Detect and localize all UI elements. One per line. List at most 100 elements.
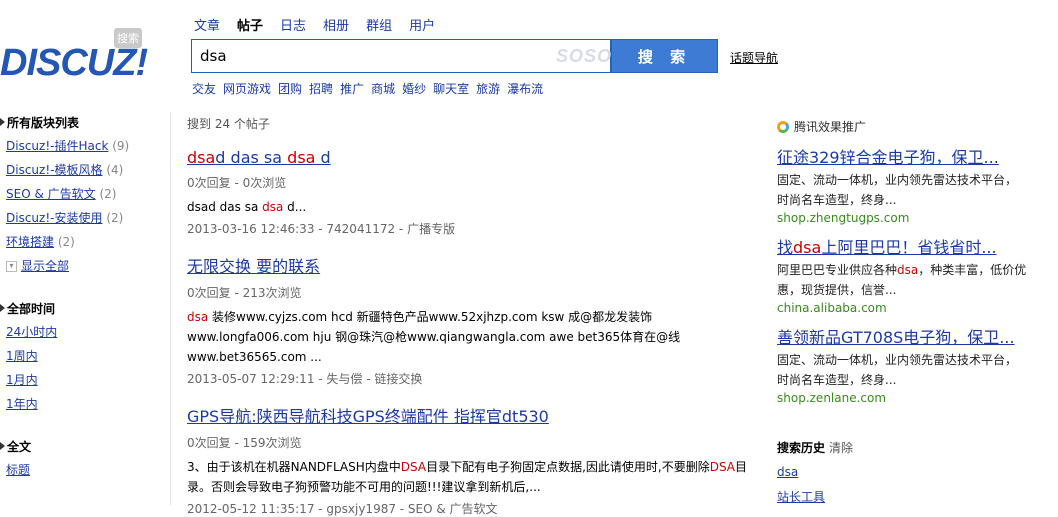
hot-links: 交友 网页游戏 团购 招聘 推广 商城 婚纱 聊天室 旅游 瀑布流 <box>192 80 550 97</box>
hot-link[interactable]: 招聘 <box>309 80 333 97</box>
text-segment: 找 <box>777 238 794 257</box>
highlight-term: dsa <box>187 310 209 324</box>
hot-link[interactable]: 商城 <box>371 80 395 97</box>
time-filter-link[interactable]: 24小时内 <box>6 325 57 339</box>
highlight-term: dsa <box>897 263 919 277</box>
tab-2[interactable]: 日志 <box>280 15 306 36</box>
ad-title-link[interactable]: 善领新品GT708S电子狗，保卫... <box>777 328 1015 347</box>
forum-count: (4) <box>106 163 124 177</box>
logo-text: DISCUZ! <box>0 42 148 84</box>
text-segment: 固定、流动一体机，业内领先雷达技术平台，时尚名车造型，终身... <box>777 353 1018 387</box>
hot-link[interactable]: 网页游戏 <box>223 80 271 97</box>
sponsored-ads: 腾讯效果推广 征途329锌合金电子狗，保卫... 固定、流动一体机，业内领先雷达技… <box>777 118 1027 405</box>
text-segment: GPS导航:陕西导航科技GPS终端配件 指挥官dt530 <box>187 407 549 426</box>
search-result: dsad das sa dsa d 0次回复 - 0次浏览 dsad das sa … <box>187 148 767 237</box>
forum-filter-link[interactable]: 环境搭建 <box>6 235 54 249</box>
ad-title-link[interactable]: 征途329锌合金电子狗，保卫... <box>777 148 999 167</box>
logo-badge: 搜索 <box>114 28 142 48</box>
tab-5[interactable]: 用户 <box>409 15 435 36</box>
scope-heading: 全文 <box>0 434 170 458</box>
forum-filter-link[interactable]: Discuz!-安装使用 <box>6 211 102 225</box>
result-title-link[interactable]: dsad das sa dsa d <box>187 148 331 167</box>
search-result: GPS导航:陕西导航科技GPS终端配件 指挥官dt530 0次回复 - 159次浏… <box>187 403 767 517</box>
sidebar-divider <box>170 112 171 505</box>
hot-link[interactable]: 瀑布流 <box>507 80 543 97</box>
forum-count: (2) <box>57 235 75 249</box>
soso-watermark: SOSO <box>556 46 613 66</box>
hot-link[interactable]: 推广 <box>340 80 364 97</box>
forum-list: Discuz!-插件Hack (9) Discuz!-模板风格 (4) SEO & … <box>0 134 170 254</box>
hot-link[interactable]: 交友 <box>192 80 216 97</box>
text-segment: 阿里巴巴专业供应各种 <box>777 263 898 277</box>
expand-icon[interactable]: ▾ <box>6 261 17 272</box>
scope-filter-link[interactable]: 标题 <box>6 463 30 477</box>
time-filter-item: 24小时内 <box>0 320 170 344</box>
show-all-link[interactable]: 显示全部 <box>21 259 69 273</box>
ad-url: shop.zenlane.com <box>777 391 887 405</box>
triangle-icon <box>0 304 5 312</box>
result-snippet: dsad das sa dsa d... <box>187 197 767 217</box>
results-list: 搜到 24 个帖子 dsad das sa dsa d 0次回复 - 0次浏览 ds… <box>187 115 767 517</box>
forum-filter-item: Discuz!-安装使用 (2) <box>0 206 170 230</box>
search-result: 无限交换 要的联系 0次回复 - 213次浏览 dsa 装修www.cyjzs.co… <box>187 253 767 387</box>
ad-item: 善领新品GT708S电子狗，保卫... 固定、流动一体机，业内领先雷达技术平台，时… <box>777 328 1027 405</box>
result-snippet: 3、由于该机在机器NANDFLASH内盘中DSA目录下配有电子狗固定点数据,因此… <box>187 457 767 497</box>
hot-link[interactable]: 婚纱 <box>402 80 426 97</box>
search-box <box>191 39 611 73</box>
ad-url: china.alibaba.com <box>777 301 887 315</box>
history-link[interactable]: 站长工具 <box>777 490 825 504</box>
hot-link[interactable]: 聊天室 <box>433 80 469 97</box>
result-title-link[interactable]: GPS导航:陕西导航科技GPS终端配件 指挥官dt530 <box>187 407 549 426</box>
forum-filter-link[interactable]: Discuz!-插件Hack <box>6 139 108 153</box>
highlight-term: DSA <box>400 460 427 474</box>
result-stats: 0次回复 - 213次浏览 <box>187 286 302 300</box>
text-segment: dsad das sa <box>187 200 263 214</box>
ad-url: shop.zhengtugps.com <box>777 211 910 225</box>
time-filter-link[interactable]: 1月内 <box>6 373 38 387</box>
ad-item: 征途329锌合金电子狗，保卫... 固定、流动一体机，业内领先雷达技术平台，时尚名… <box>777 148 1027 225</box>
clear-history-link[interactable]: 清除 <box>829 441 853 455</box>
time-filter-link[interactable]: 1周内 <box>6 349 38 363</box>
forum-count: (2) <box>106 211 124 225</box>
result-count: 搜到 24 个帖子 <box>187 117 270 131</box>
history-link[interactable]: dsa <box>777 465 798 479</box>
result-footer: 2012-05-12 11:35:17 - gpsxjy1987 - SEO &… <box>187 502 498 516</box>
time-filter-item: 1周内 <box>0 344 170 368</box>
text-segment: 无限交换 要的联系 <box>187 257 321 276</box>
text-segment: d das sa <box>215 148 288 167</box>
result-title-link[interactable]: 无限交换 要的联系 <box>187 257 320 276</box>
result-footer: 2013-03-16 12:46:33 - 742041172 - 广播专版 <box>187 222 456 236</box>
time-list: 24小时内 1周内 1月内 1年内 <box>0 320 170 416</box>
scope-list: 标题 <box>0 458 170 482</box>
forum-filter-item: 环境搭建 (2) <box>0 230 170 254</box>
ad-description: 固定、流动一体机，业内领先雷达技术平台，时尚名车造型，终身... <box>777 170 1027 210</box>
hot-link[interactable]: 团购 <box>278 80 302 97</box>
tab-4[interactable]: 群组 <box>366 15 392 36</box>
triangle-icon <box>0 118 5 126</box>
ad-description: 固定、流动一体机，业内领先雷达技术平台，时尚名车造型，终身... <box>777 350 1027 390</box>
text-segment: 上阿里巴巴！省钱省时... <box>821 238 997 257</box>
ads-heading: 腾讯效果推广 <box>777 118 1027 135</box>
highlight-term: dsa <box>187 148 216 167</box>
topic-nav-link[interactable]: 话题导航 <box>730 49 778 66</box>
tab-0[interactable]: 文章 <box>194 15 220 36</box>
forum-filter-item: Discuz!-模板风格 (4) <box>0 158 170 182</box>
ad-title-link[interactable]: 找dsa上阿里巴巴！省钱省时... <box>777 238 997 257</box>
result-snippet: dsa 装修www.cyjzs.com hcd 新疆特色产品www.52xjhz… <box>187 307 767 367</box>
forum-filter-link[interactable]: SEO & 广告软文 <box>6 187 96 201</box>
highlight-term: dsa <box>793 238 822 257</box>
ad-description: 阿里巴巴专业供应各种dsa，种类丰富，低价优惠，现货提供，信誉... <box>777 260 1027 300</box>
forum-filter-link[interactable]: Discuz!-模板风格 <box>6 163 102 177</box>
tab-3[interactable]: 相册 <box>323 15 349 36</box>
forum-count: (9) <box>112 139 130 153</box>
search-input[interactable] <box>192 40 548 72</box>
highlight-term: dsa <box>287 148 316 167</box>
search-type-tabs: 文章 帖子 日志 相册 群组 用户 <box>194 15 452 36</box>
tab-1[interactable]: 帖子 <box>237 15 263 36</box>
discuz-logo[interactable]: DISCUZ! 搜索 <box>0 28 170 88</box>
history-item: 站长工具 <box>777 488 1027 505</box>
search-button[interactable]: 搜 索 <box>611 39 718 73</box>
time-filter-link[interactable]: 1年内 <box>6 397 38 411</box>
hot-link[interactable]: 旅游 <box>476 80 500 97</box>
result-stats: 0次回复 - 159次浏览 <box>187 436 302 450</box>
